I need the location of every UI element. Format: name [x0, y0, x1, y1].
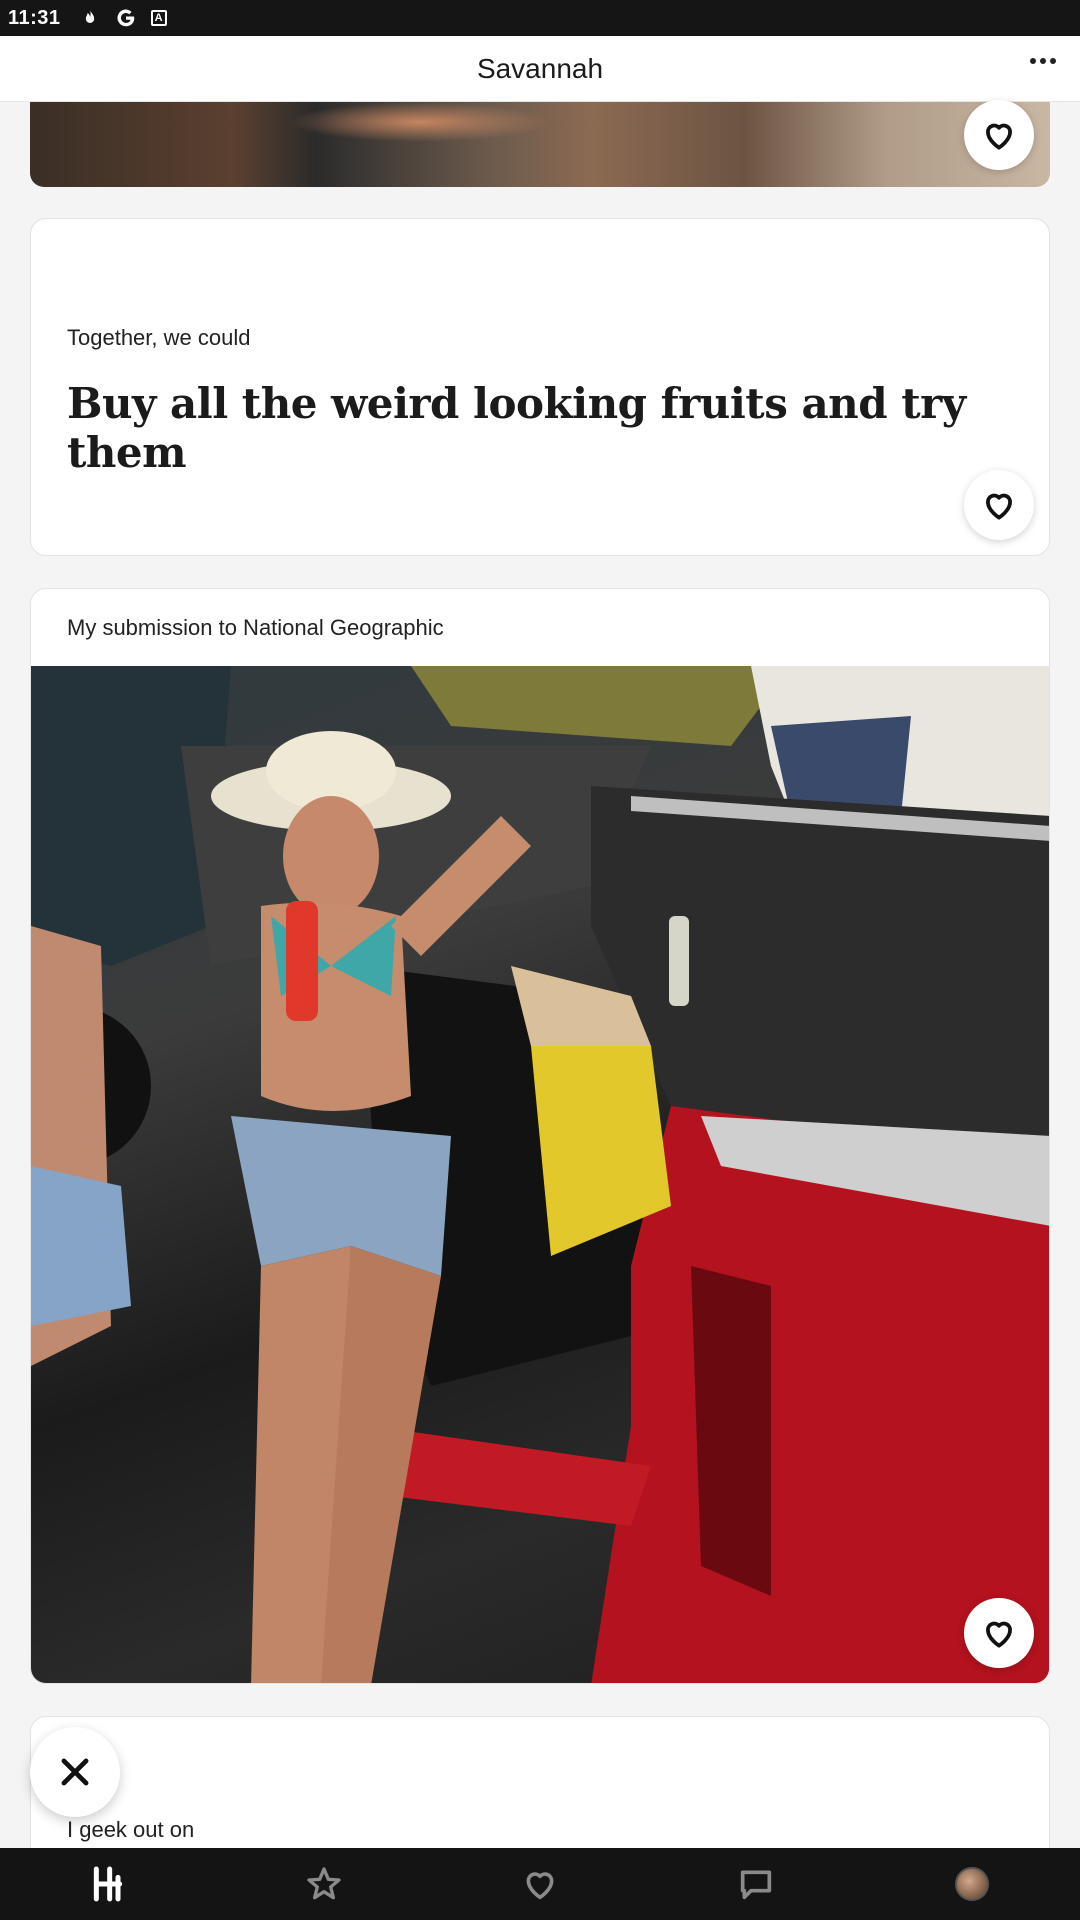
- like-photo-button[interactable]: [964, 100, 1034, 170]
- skip-button[interactable]: [30, 1727, 120, 1817]
- accessibility-icon: A: [150, 10, 167, 26]
- like-prompt-button[interactable]: [964, 470, 1034, 540]
- profile-name: Savannah: [476, 52, 604, 84]
- photo-caption: My submission to National Geographic: [67, 615, 444, 640]
- heart-icon: [986, 1621, 1012, 1648]
- heart-icon: [986, 123, 1012, 150]
- nav-standouts[interactable]: [284, 1854, 364, 1914]
- tinder-flame-icon: [79, 7, 101, 29]
- heart-icon: [526, 1872, 554, 1900]
- prompt-answer: Buy all the weird looking fruits and try…: [67, 379, 966, 477]
- more-dot-icon: [1050, 58, 1056, 64]
- more-dot-icon: [1030, 58, 1036, 64]
- google-icon: [115, 7, 137, 29]
- profile-photo-previous: [30, 102, 1050, 187]
- photo-illustration: [31, 666, 1049, 1683]
- profile-avatar: [955, 1867, 989, 1901]
- more-dot-icon: [1040, 58, 1046, 64]
- close-icon: [61, 1758, 89, 1786]
- nav-profile[interactable]: [932, 1854, 1012, 1914]
- star-icon: [307, 1867, 341, 1900]
- nav-matches[interactable]: [716, 1854, 796, 1914]
- bottom-navigation: [0, 1848, 1080, 1920]
- profile-photo[interactable]: [31, 666, 1049, 1683]
- heart-icon: [986, 493, 1012, 520]
- profile-header: Savannah: [0, 36, 1080, 102]
- nav-home[interactable]: [68, 1854, 148, 1914]
- status-bar: 11:31 A: [0, 0, 1080, 36]
- prompt-question: Together, we could: [67, 325, 251, 350]
- prompt-card: Together, we could Buy all the weird loo…: [30, 218, 1050, 556]
- status-icons: A: [79, 7, 167, 29]
- app-screen: 11:31 A Savannah Together, we could Buy …: [0, 0, 1080, 1920]
- status-time: 11:31: [8, 6, 61, 29]
- nav-likes[interactable]: [500, 1854, 580, 1914]
- more-options-button[interactable]: [1030, 58, 1056, 64]
- like-photo-button[interactable]: [964, 1598, 1034, 1668]
- photo-card: My submission to National Geographic: [30, 588, 1050, 1684]
- chat-icon: [740, 1870, 772, 1900]
- prompt-question: I geek out on: [67, 1817, 195, 1842]
- home-icon: [93, 1866, 123, 1902]
